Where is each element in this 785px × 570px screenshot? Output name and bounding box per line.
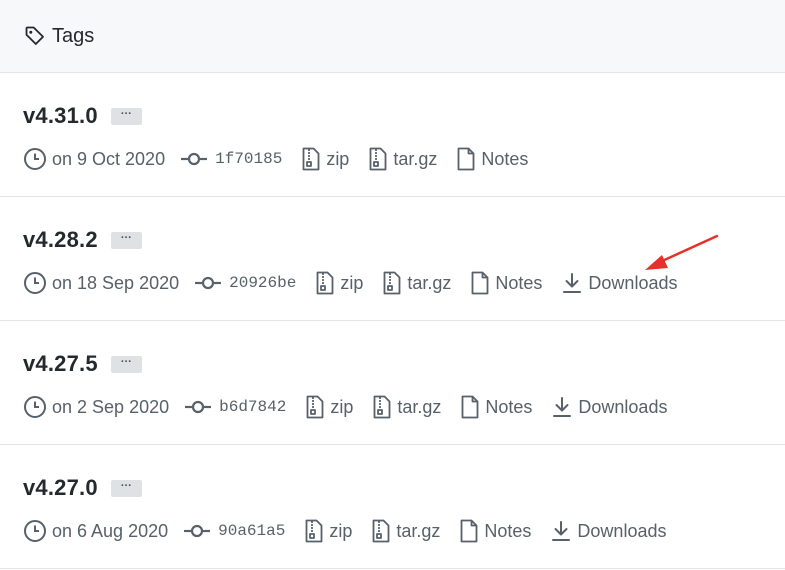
- git-commit-icon: [181, 152, 208, 166]
- release-date: on 2 Sep 2020: [23, 395, 169, 419]
- tag-icon: [24, 25, 46, 47]
- file-zip-icon: [383, 271, 401, 295]
- targz-label: tar.gz: [393, 148, 438, 169]
- release-version-link[interactable]: v4.28.2: [23, 227, 98, 253]
- tags-header: Tags: [0, 0, 785, 73]
- clock-icon: [24, 396, 46, 418]
- zip-label: zip: [326, 148, 350, 169]
- commit-link[interactable]: 90a61a5: [184, 522, 285, 540]
- release-date-text: on 2 Sep 2020: [52, 396, 170, 417]
- commit-sha: b6d7842: [219, 398, 287, 416]
- expand-details-button[interactable]: ···: [110, 479, 142, 497]
- release-version-link[interactable]: v4.27.0: [23, 475, 98, 501]
- file-icon: [460, 519, 478, 543]
- file-zip-icon: [302, 147, 320, 171]
- zip-label: zip: [340, 272, 364, 293]
- targz-label: tar.gz: [407, 272, 452, 293]
- page-title: Tags: [52, 24, 95, 47]
- release-date-text: on 18 Sep 2020: [52, 272, 180, 293]
- downloads-label: Downloads: [588, 272, 678, 293]
- file-icon: [471, 271, 489, 295]
- commit-sha: 20926be: [229, 274, 297, 292]
- release-date: on 6 Aug 2020: [23, 519, 168, 543]
- file-zip-icon: [305, 519, 323, 543]
- targz-download-link[interactable]: tar.gz: [373, 395, 441, 419]
- zip-download-link[interactable]: zip: [316, 271, 363, 295]
- clock-icon: [24, 272, 46, 294]
- targz-download-link[interactable]: tar.gz: [383, 271, 451, 295]
- commit-link[interactable]: 1f70185: [181, 150, 282, 168]
- file-zip-icon: [372, 519, 390, 543]
- release-item: v4.27.5 ··· on 2 Sep 2020 b6d7842 zip ta…: [0, 321, 785, 445]
- release-item: v4.28.2 ··· on 18 Sep 2020 20926be zip t…: [0, 197, 785, 321]
- notes-label: Notes: [485, 396, 533, 417]
- release-version-link[interactable]: v4.27.5: [23, 351, 98, 377]
- commit-sha: 1f70185: [215, 150, 283, 168]
- notes-label: Notes: [481, 148, 529, 169]
- git-commit-icon: [185, 400, 212, 414]
- expand-details-button[interactable]: ···: [110, 355, 142, 373]
- release-item: v4.27.0 ··· on 6 Aug 2020 90a61a5 zip ta…: [0, 445, 785, 569]
- clock-icon: [24, 148, 46, 170]
- commit-link[interactable]: b6d7842: [185, 398, 286, 416]
- zip-download-link[interactable]: zip: [305, 519, 352, 543]
- commit-sha: 90a61a5: [218, 522, 286, 540]
- git-commit-icon: [195, 276, 222, 290]
- notes-link[interactable]: Notes: [457, 147, 528, 171]
- targz-download-link[interactable]: tar.gz: [372, 519, 440, 543]
- downloads-link[interactable]: Downloads: [552, 396, 667, 418]
- release-date-text: on 9 Oct 2020: [52, 148, 166, 169]
- targz-download-link[interactable]: tar.gz: [369, 147, 437, 171]
- notes-label: Notes: [495, 272, 543, 293]
- expand-details-button[interactable]: ···: [110, 231, 142, 249]
- zip-download-link[interactable]: zip: [302, 147, 349, 171]
- file-zip-icon: [306, 395, 324, 419]
- downloads-label: Downloads: [578, 396, 668, 417]
- zip-label: zip: [330, 396, 354, 417]
- download-icon: [563, 273, 582, 293]
- file-icon: [457, 147, 475, 171]
- file-zip-icon: [373, 395, 391, 419]
- release-date: on 18 Sep 2020: [23, 271, 179, 295]
- commit-link[interactable]: 20926be: [195, 274, 296, 292]
- targz-label: tar.gz: [396, 520, 441, 541]
- notes-link[interactable]: Notes: [460, 519, 531, 543]
- git-commit-icon: [184, 524, 211, 538]
- notes-link[interactable]: Notes: [461, 395, 532, 419]
- download-icon: [552, 521, 571, 541]
- file-icon: [461, 395, 479, 419]
- release-version-link[interactable]: v4.31.0: [23, 103, 98, 129]
- expand-details-button[interactable]: ···: [110, 107, 142, 125]
- file-zip-icon: [369, 147, 387, 171]
- clock-icon: [24, 520, 46, 542]
- downloads-link[interactable]: Downloads: [551, 520, 666, 542]
- release-date-text: on 6 Aug 2020: [52, 520, 169, 541]
- downloads-label: Downloads: [577, 520, 667, 541]
- release-item: v4.31.0 ··· on 9 Oct 2020 1f70185 zip ta…: [0, 73, 785, 197]
- downloads-link[interactable]: Downloads: [562, 272, 677, 294]
- notes-link[interactable]: Notes: [471, 271, 542, 295]
- targz-label: tar.gz: [397, 396, 442, 417]
- notes-label: Notes: [484, 520, 532, 541]
- release-date: on 9 Oct 2020: [23, 147, 165, 171]
- zip-label: zip: [329, 520, 353, 541]
- zip-download-link[interactable]: zip: [306, 395, 353, 419]
- file-zip-icon: [316, 271, 334, 295]
- download-icon: [553, 397, 572, 417]
